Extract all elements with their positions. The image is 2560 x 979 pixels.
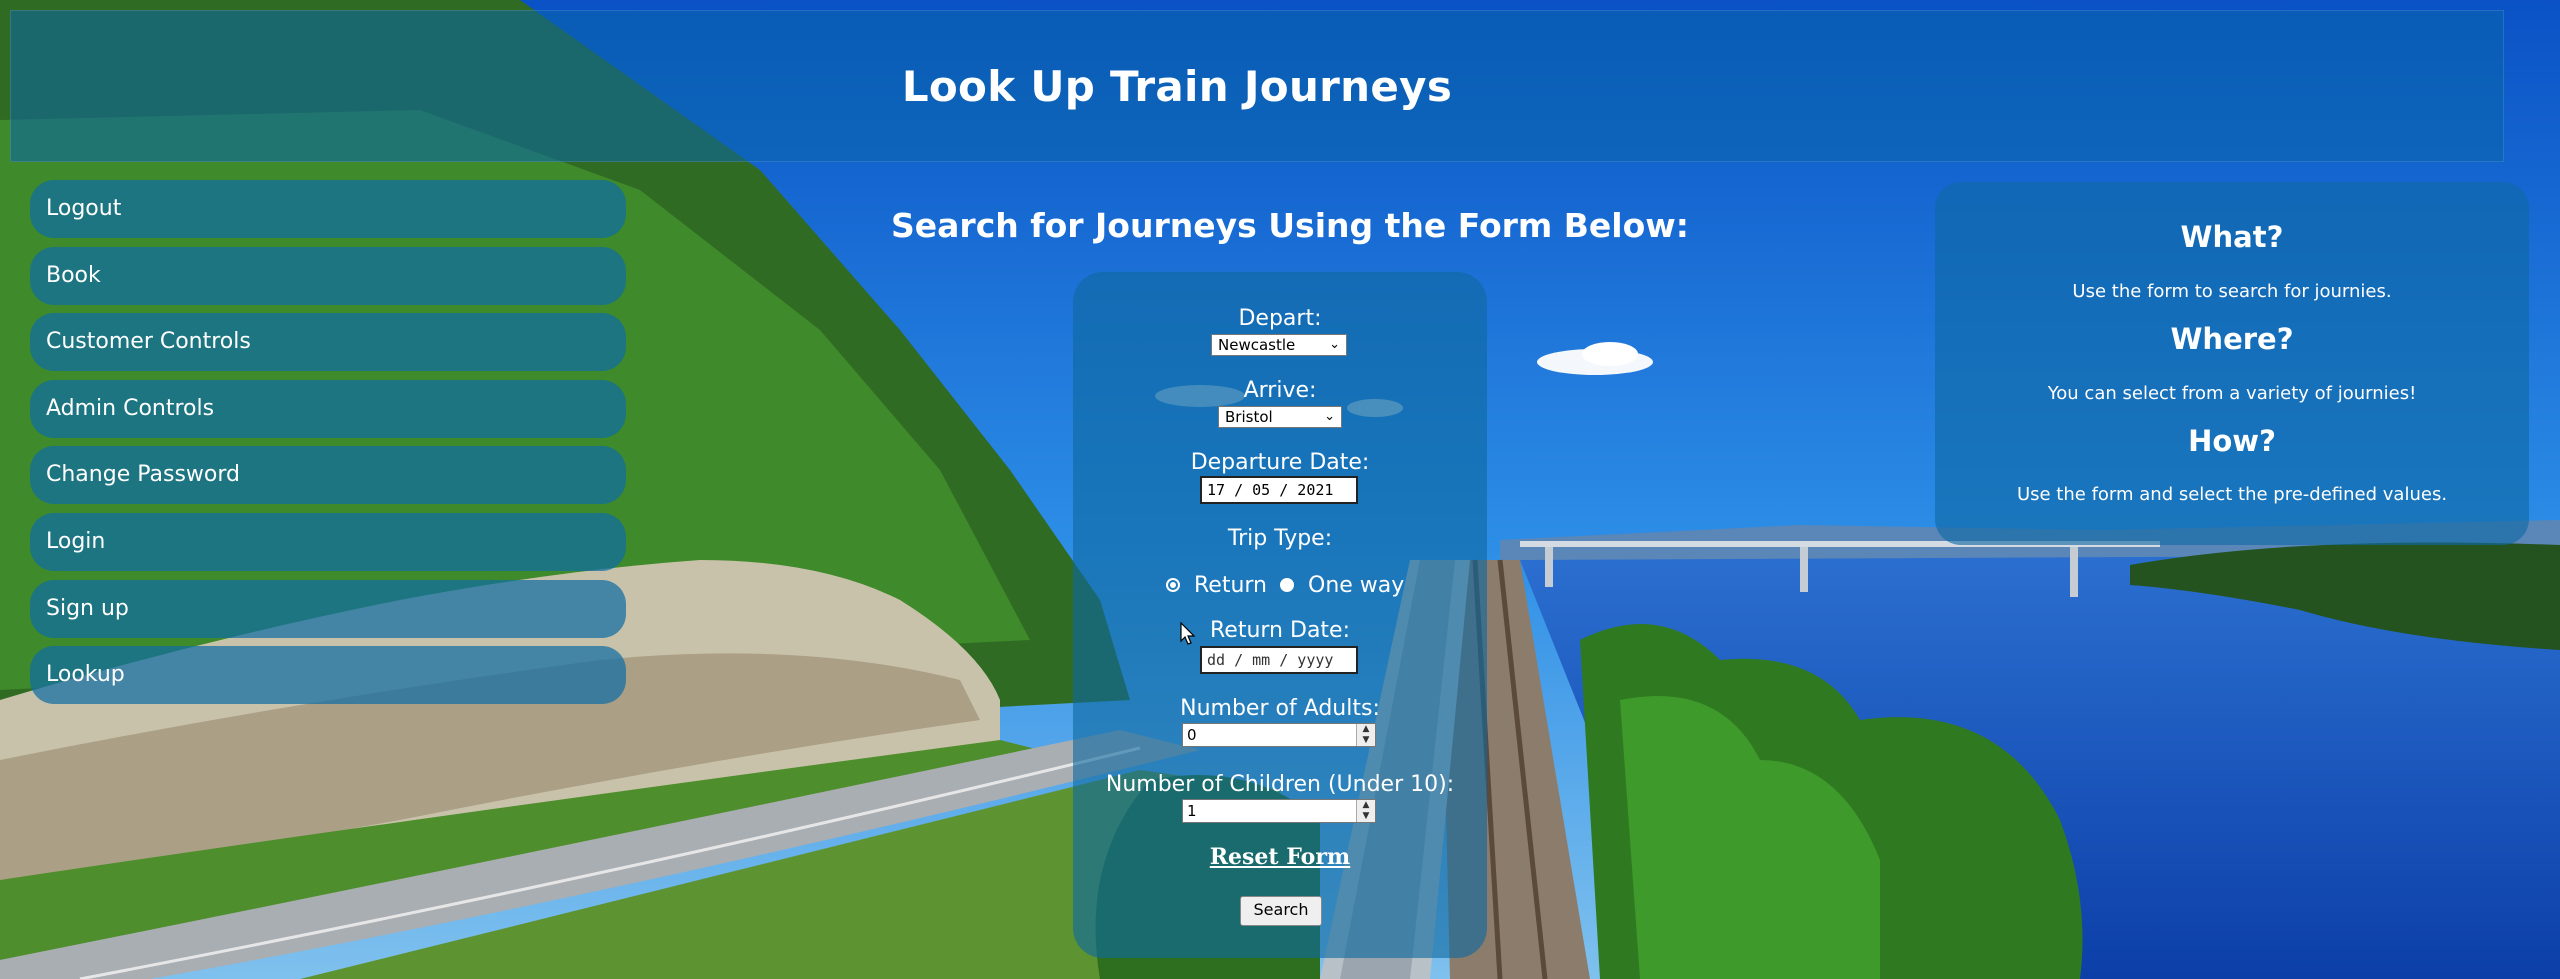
children-label: Number of Children (Under 10):	[1105, 772, 1455, 797]
depart-label: Depart:	[1238, 306, 1322, 331]
trip-return-label: Return	[1194, 573, 1268, 598]
nav-item-change-password[interactable]: Change Password	[30, 446, 626, 505]
children-stepper[interactable]: 1 ▲ ▼	[1182, 799, 1376, 823]
adults-stepper[interactable]: 0 ▲ ▼	[1182, 723, 1376, 747]
nav-item-customer-controls[interactable]: Customer Controls	[30, 313, 626, 372]
how-text: Use the form and select the pre-defined …	[2016, 484, 2448, 505]
nav-item-book[interactable]: Book	[30, 246, 626, 305]
nav-item-login[interactable]: Login	[30, 512, 626, 571]
arrive-label: Arrive:	[1243, 378, 1317, 403]
chevron-down-icon: ⌄	[1329, 337, 1340, 352]
nav-item-admin-controls[interactable]: Admin Controls	[30, 379, 626, 438]
what-text: Use the form to search for journies.	[2072, 281, 2392, 302]
trip-one-way-radio[interactable]	[1280, 578, 1294, 592]
trip-return-radio[interactable]	[1166, 578, 1180, 592]
spinner-arrows-icon[interactable]: ▲ ▼	[1356, 724, 1375, 746]
search-form: Depart: Newcastle ⌄ Arrive: Bristol ⌄ De…	[1073, 272, 1487, 958]
mouse-cursor-icon	[1180, 622, 1196, 645]
search-heading: Search for Journeys Using the Form Below…	[891, 206, 1689, 245]
where-heading: Where?	[2170, 322, 2294, 356]
page-title: Look Up Train Journeys	[901, 61, 1453, 111]
arrive-select-value: Bristol	[1225, 408, 1273, 426]
trip-one-way-label: One way	[1308, 573, 1405, 598]
sidebar-nav: Logout Book Customer Controls Admin Cont…	[30, 180, 626, 713]
chevron-down-icon: ⌄	[1324, 409, 1335, 424]
nav-item-logout[interactable]: Logout	[30, 180, 626, 238]
departure-date-label: Departure Date:	[1190, 450, 1370, 475]
depart-select-value: Newcastle	[1218, 336, 1296, 354]
adults-label: Number of Adults:	[1180, 696, 1380, 721]
departure-date-input[interactable]: 17 / 05 / 2021	[1200, 476, 1358, 504]
info-panel: What? Use the form to search for journie…	[1935, 182, 2529, 545]
spinner-arrows-icon[interactable]: ▲ ▼	[1356, 800, 1375, 822]
adults-value: 0	[1187, 726, 1197, 744]
search-button[interactable]: Search	[1240, 896, 1322, 926]
return-date-input[interactable]: dd / mm / yyyy	[1200, 646, 1358, 674]
page-header: Look Up Train Journeys	[10, 10, 2504, 162]
nav-item-sign-up[interactable]: Sign up	[30, 579, 626, 638]
nav-item-lookup[interactable]: Lookup	[30, 646, 626, 705]
children-value: 1	[1187, 802, 1197, 820]
reset-form-link[interactable]: Reset Form	[1073, 844, 1487, 870]
depart-select[interactable]: Newcastle ⌄	[1211, 334, 1347, 356]
arrive-select[interactable]: Bristol ⌄	[1218, 406, 1342, 428]
how-heading: How?	[2188, 424, 2276, 458]
what-heading: What?	[2180, 220, 2284, 254]
where-text: You can select from a variety of journie…	[2047, 383, 2417, 404]
trip-type-label: Trip Type:	[1227, 526, 1333, 551]
return-date-label: Return Date:	[1210, 618, 1350, 643]
